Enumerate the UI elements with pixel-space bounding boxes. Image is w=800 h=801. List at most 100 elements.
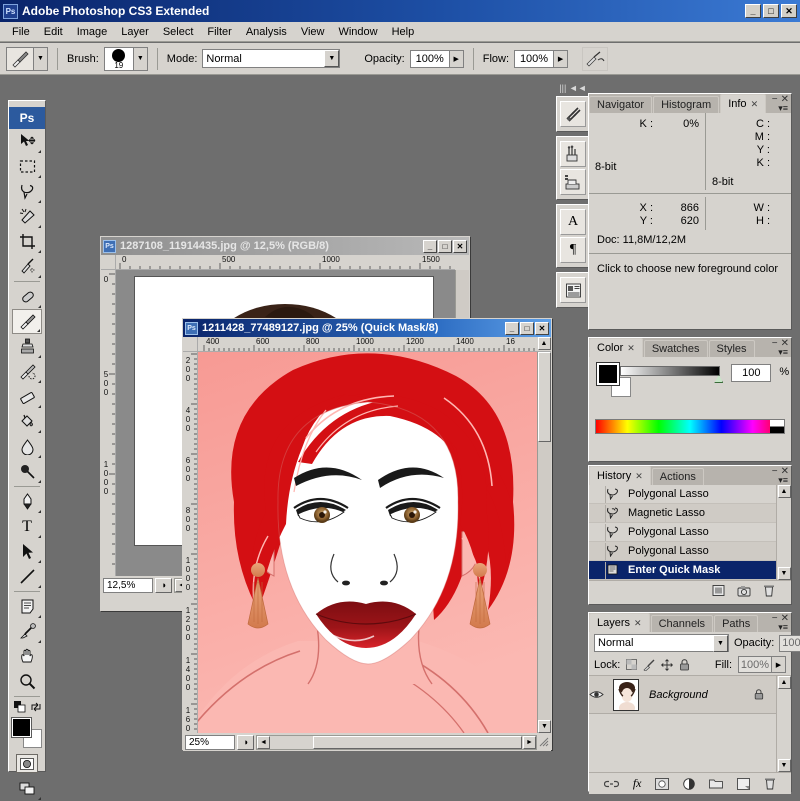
eyedropper-tool[interactable] xyxy=(12,619,42,644)
menu-analysis[interactable]: Analysis xyxy=(239,24,294,40)
minimize-icon[interactable]: − xyxy=(772,94,778,105)
lasso-tool[interactable] xyxy=(12,179,42,204)
close-icon[interactable]: ✕ xyxy=(635,471,643,482)
history-item[interactable]: Polygonal Lasso xyxy=(589,542,776,561)
history-item[interactable]: Magnetic Lasso xyxy=(589,504,776,523)
healing-brush-tool[interactable] xyxy=(12,284,42,309)
menu-file[interactable]: File xyxy=(5,24,37,40)
foreground-color-swatch[interactable] xyxy=(11,717,32,738)
scroll-left-button[interactable]: ◄ xyxy=(257,735,270,749)
menu-layer[interactable]: Layer xyxy=(114,24,156,40)
crop-tool[interactable] xyxy=(12,229,42,254)
menu-image[interactable]: Image xyxy=(70,24,115,40)
resize-grip[interactable] xyxy=(539,737,549,747)
layer-fill-value[interactable]: 100% xyxy=(738,656,772,673)
menu-select[interactable]: Select xyxy=(156,24,201,40)
scroll-down-button[interactable]: ▼ xyxy=(777,567,791,580)
delete-layer-icon[interactable] xyxy=(764,777,776,790)
scroll-down-button[interactable]: ▼ xyxy=(777,759,791,772)
zoom-level-inactive[interactable]: 12,5% xyxy=(103,577,153,593)
new-document-from-state-icon[interactable] xyxy=(712,584,725,597)
tab-channels[interactable]: Channels xyxy=(650,615,714,632)
panel-menu-icon[interactable]: ▾≡ xyxy=(778,103,788,114)
path-selection-tool[interactable] xyxy=(12,539,42,564)
tab-swatches[interactable]: Swatches xyxy=(643,340,708,357)
rectangular-marquee-tool[interactable] xyxy=(12,154,42,179)
brush-tool[interactable] xyxy=(12,309,42,334)
minimize-icon[interactable]: − xyxy=(772,338,778,349)
paragraph-icon[interactable]: ¶ xyxy=(560,237,586,263)
tab-navigator[interactable]: Navigator xyxy=(589,96,653,113)
delete-icon[interactable] xyxy=(763,584,775,597)
history-brush-tool[interactable] xyxy=(12,359,42,384)
menu-view[interactable]: View xyxy=(294,24,332,40)
scroll-thumb[interactable] xyxy=(538,352,551,442)
layer-comps-icon[interactable] xyxy=(560,277,586,303)
magic-wand-tool[interactable] xyxy=(12,204,42,229)
history-item-selected[interactable]: Enter Quick Mask xyxy=(589,561,776,580)
menu-help[interactable]: Help xyxy=(385,24,422,40)
swap-colors-icon[interactable] xyxy=(30,701,42,713)
canvas-vertical-scrollbar-active[interactable]: ▼ xyxy=(537,352,551,733)
app-maximize-button[interactable]: □ xyxy=(763,4,779,18)
tab-info[interactable]: Info ✕ xyxy=(720,94,767,113)
tab-layers[interactable]: Layers ✕ xyxy=(589,613,650,632)
type-tool[interactable]: T xyxy=(12,514,42,539)
opacity-value[interactable]: 100% xyxy=(409,49,450,68)
history-snapshot-checkbox[interactable] xyxy=(589,542,606,560)
document-minimize-button[interactable]: _ xyxy=(423,239,437,253)
clone-stamp-tool[interactable] xyxy=(12,334,42,359)
scroll-right-button[interactable]: ► xyxy=(523,735,536,749)
pen-tool[interactable] xyxy=(12,489,42,514)
layer-opacity-value[interactable]: 100% xyxy=(779,634,800,652)
airbrush-icon[interactable] xyxy=(582,46,609,71)
brush-preview[interactable]: 19 xyxy=(103,46,134,71)
flow-slider-button[interactable]: ▶ xyxy=(554,49,569,68)
new-group-icon[interactable] xyxy=(709,778,724,789)
menu-edit[interactable]: Edit xyxy=(37,24,70,40)
scroll-thumb[interactable] xyxy=(313,735,522,749)
status-info-icon[interactable]: ◑ xyxy=(155,577,172,593)
adjustment-layer-icon[interactable] xyxy=(683,777,696,790)
document-window-active[interactable]: Ps 1211428_77489127.jpg @ 25% (Quick Mas… xyxy=(182,318,552,751)
tab-styles[interactable]: Styles xyxy=(708,340,755,357)
document-titlebar-inactive[interactable]: Ps 1287108_11914435.jpg @ 12,5% (RGB/8) … xyxy=(101,237,469,255)
scroll-up-button[interactable]: ▲ xyxy=(777,676,791,689)
slice-tool[interactable] xyxy=(12,254,42,279)
menu-filter[interactable]: Filter xyxy=(200,24,238,40)
zoom-tool[interactable] xyxy=(12,669,42,694)
default-colors-icon[interactable] xyxy=(13,700,27,714)
dock-collapse-button[interactable]: ||| ◄◄ xyxy=(556,80,590,96)
history-item[interactable]: Polygonal Lasso xyxy=(589,523,776,542)
close-icon[interactable]: ✕ xyxy=(627,343,635,354)
brushes-icon[interactable] xyxy=(560,141,586,167)
history-snapshot-checkbox[interactable] xyxy=(589,523,606,541)
opacity-slider-button[interactable]: ▶ xyxy=(449,49,464,68)
document-minimize-button[interactable]: _ xyxy=(505,321,519,335)
layer-mask-icon[interactable] xyxy=(655,777,670,790)
tool-presets-icon[interactable] xyxy=(560,101,586,127)
paint-bucket-tool[interactable] xyxy=(12,409,42,434)
app-minimize-button[interactable]: _ xyxy=(745,4,761,18)
menu-window[interactable]: Window xyxy=(331,24,384,40)
history-snapshot-checkbox[interactable] xyxy=(589,561,606,579)
close-icon[interactable]: ✕ xyxy=(634,618,642,629)
new-layer-icon[interactable] xyxy=(737,777,751,790)
zoom-level-active[interactable]: 25% xyxy=(185,734,235,750)
document-close-button[interactable]: ✕ xyxy=(453,239,467,253)
color-spectrum-ramp[interactable] xyxy=(595,419,785,434)
layer-fill-slider-button[interactable]: ▶ xyxy=(772,656,786,673)
history-snapshot-checkbox[interactable] xyxy=(589,504,606,522)
document-maximize-button[interactable]: □ xyxy=(520,321,534,335)
lock-position-icon[interactable] xyxy=(661,658,674,671)
new-snapshot-icon[interactable] xyxy=(737,585,751,597)
minimize-icon[interactable]: − xyxy=(772,466,778,477)
quick-mask-mode-button[interactable] xyxy=(16,754,38,773)
color-swatches[interactable] xyxy=(10,717,44,750)
history-scrollbar[interactable]: ▲ ▼ xyxy=(776,485,791,580)
k-channel-slider[interactable] xyxy=(620,366,721,376)
foreground-color-swatch[interactable] xyxy=(596,362,620,386)
notes-tool[interactable] xyxy=(12,594,42,619)
canvas-horizontal-scrollbar-active[interactable]: ◄ ► xyxy=(256,734,537,750)
document-maximize-button[interactable]: □ xyxy=(438,239,452,253)
